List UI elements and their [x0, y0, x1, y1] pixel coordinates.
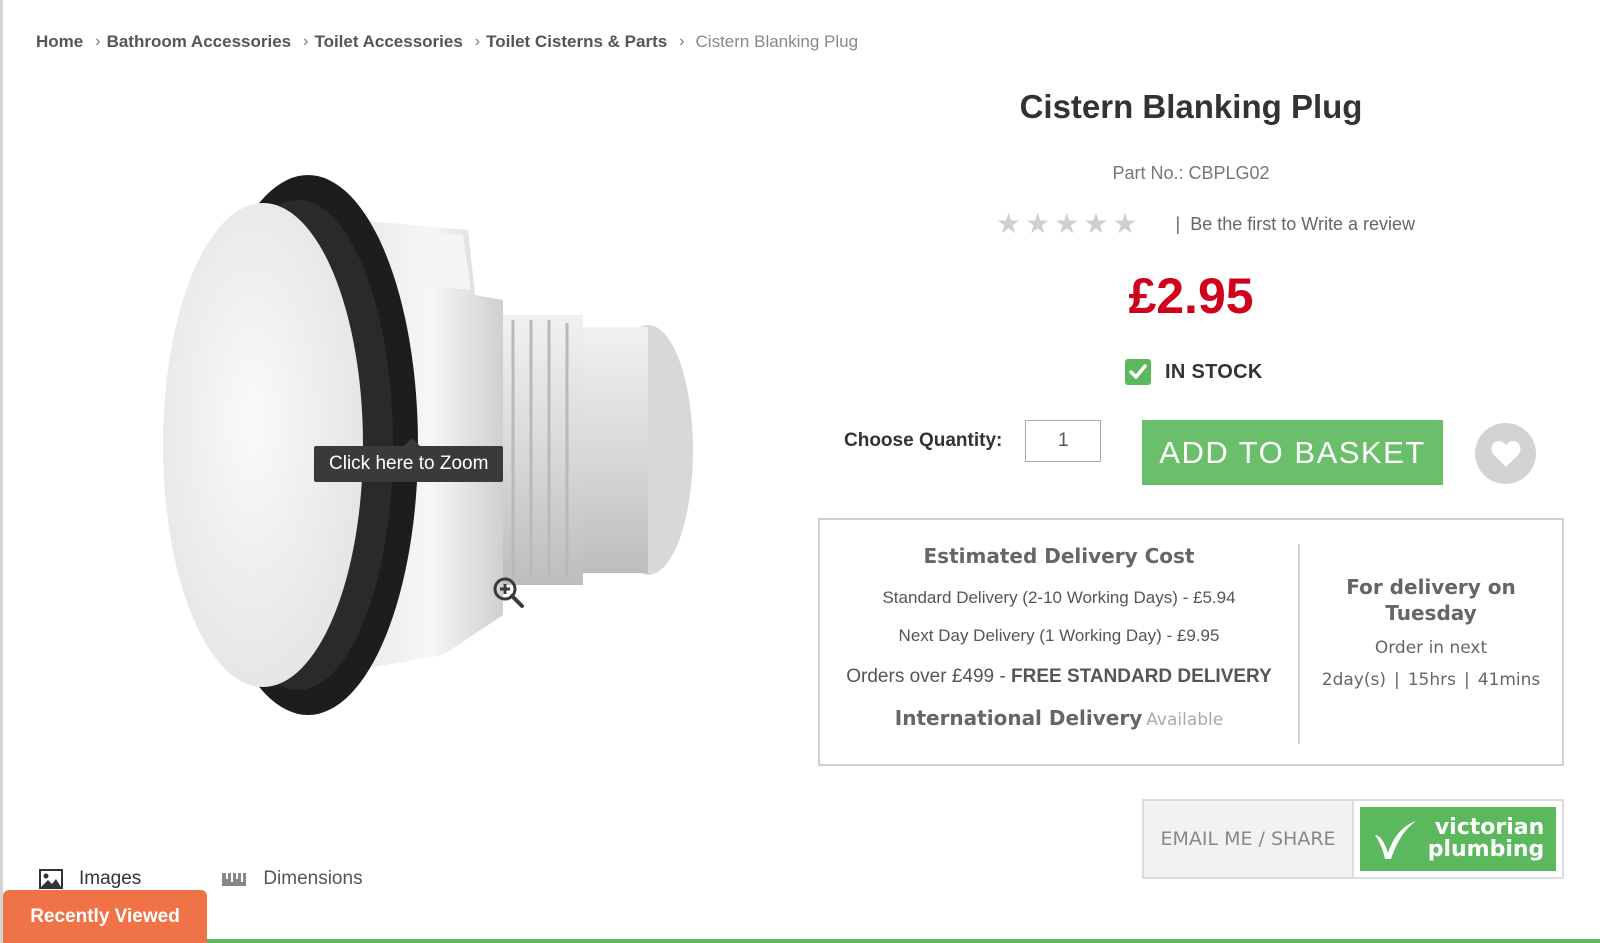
quantity-input[interactable]	[1025, 420, 1102, 462]
breadcrumb-separator: ›	[474, 33, 481, 50]
breadcrumb-toilet-accessories[interactable]: Toilet Accessories	[314, 32, 462, 52]
heart-icon	[1491, 440, 1520, 467]
stock-status: IN STOCK	[1125, 359, 1263, 385]
vp-check-icon	[1374, 821, 1416, 859]
part-number: Part No.: CBPLG02	[1112, 163, 1270, 183]
bottom-accent-bar	[207, 939, 1600, 943]
tab-images-label: Images	[79, 868, 142, 889]
product-rating: ★ ★ ★ ★ ★ | Be the first to Write a revie…	[996, 210, 1415, 238]
zoom-icon[interactable]	[491, 575, 527, 611]
breadcrumb-separator: ›	[95, 33, 101, 50]
star-icon: ★	[1083, 208, 1109, 239]
tab-dimensions-label: Dimensions	[263, 868, 363, 889]
free-delivery-threshold: Orders over £499 - FREE STANDARD DELIVER…	[820, 666, 1298, 688]
wishlist-button[interactable]	[1475, 423, 1536, 484]
delivery-info-box: Estimated Delivery Cost Standard Deliver…	[818, 518, 1564, 766]
delivery-costs: Estimated Delivery Cost Standard Deliver…	[820, 520, 1298, 730]
order-in-next: Order in next	[1374, 638, 1488, 658]
countdown-hours: 15hrs	[1407, 670, 1456, 690]
countdown-timer: 2day(s) | 15hrs | 41mins	[1321, 670, 1541, 690]
countdown-mins: 41mins	[1477, 670, 1541, 690]
victorian-plumbing-logo: victorian plumbing	[1360, 807, 1556, 871]
write-review-link[interactable]: | Be the first to Write a review	[1176, 214, 1415, 235]
free-delivery-label: FREE STANDARD DELIVERY	[1011, 666, 1272, 687]
breadcrumb-separator: ›	[679, 33, 685, 50]
star-icon: ★	[1025, 208, 1051, 239]
breadcrumb-home[interactable]: Home	[36, 32, 83, 52]
free-delivery-prefix: Orders over £499 -	[846, 666, 1011, 687]
tab-dimensions[interactable]: Dimensions	[221, 868, 363, 890]
breadcrumb: Home › Bathroom Accessories › Toilet Acc…	[36, 32, 858, 52]
share-bar: EMAIL ME / SHARE victorian plumbing	[1142, 799, 1564, 879]
image-tabs: Images Dimensions	[39, 868, 443, 890]
logo-line-1: victorian	[1434, 815, 1545, 840]
next-day-delivery: Next Day Delivery (1 Working Day) - £9.9…	[898, 626, 1220, 645]
quantity-row: Choose Quantity:	[844, 420, 1102, 462]
check-icon	[1125, 359, 1151, 385]
stock-label: IN STOCK	[1165, 360, 1263, 383]
delivery-title: Estimated Delivery Cost	[923, 544, 1195, 568]
add-to-basket-button[interactable]: ADD TO BASKET	[1142, 420, 1443, 485]
logo-line-2: plumbing	[1427, 837, 1545, 862]
breadcrumb-current: Cistern Blanking Plug	[695, 32, 859, 51]
ruler-icon	[221, 870, 247, 888]
international-status: Available	[1146, 710, 1224, 730]
recently-viewed-button[interactable]: Recently Viewed	[3, 890, 207, 943]
delivery-day: For delivery on Tuesday	[1346, 575, 1516, 625]
write-review-label: Be the first to Write a review	[1190, 213, 1415, 234]
breadcrumb-separator: ›	[303, 33, 309, 50]
product-price: £2.95	[1128, 268, 1254, 324]
countdown-days: 2day(s)	[1321, 670, 1386, 690]
breadcrumb-bathroom-accessories[interactable]: Bathroom Accessories	[107, 32, 292, 52]
standard-delivery: Standard Delivery (2-10 Working Days) - …	[882, 588, 1236, 607]
rating-stars: ★ ★ ★ ★ ★	[996, 210, 1138, 238]
star-icon: ★	[996, 208, 1022, 239]
star-icon: ★	[1112, 208, 1138, 239]
zoom-tooltip[interactable]: Click here to Zoom	[314, 438, 504, 482]
international-delivery: International Delivery Available	[820, 706, 1298, 730]
star-icon: ★	[1054, 208, 1080, 239]
product-title: Cistern Blanking Plug	[1019, 88, 1363, 125]
breadcrumb-toilet-cisterns-parts[interactable]: Toilet Cisterns & Parts	[486, 32, 667, 52]
image-icon	[39, 869, 63, 889]
tab-images[interactable]: Images	[39, 868, 141, 890]
international-label: International Delivery	[894, 706, 1143, 730]
email-share-button[interactable]: EMAIL ME / SHARE	[1144, 801, 1354, 877]
delivery-countdown: For delivery on Tuesday Order in next 2d…	[1300, 574, 1562, 690]
quantity-label: Choose Quantity:	[844, 430, 1003, 451]
